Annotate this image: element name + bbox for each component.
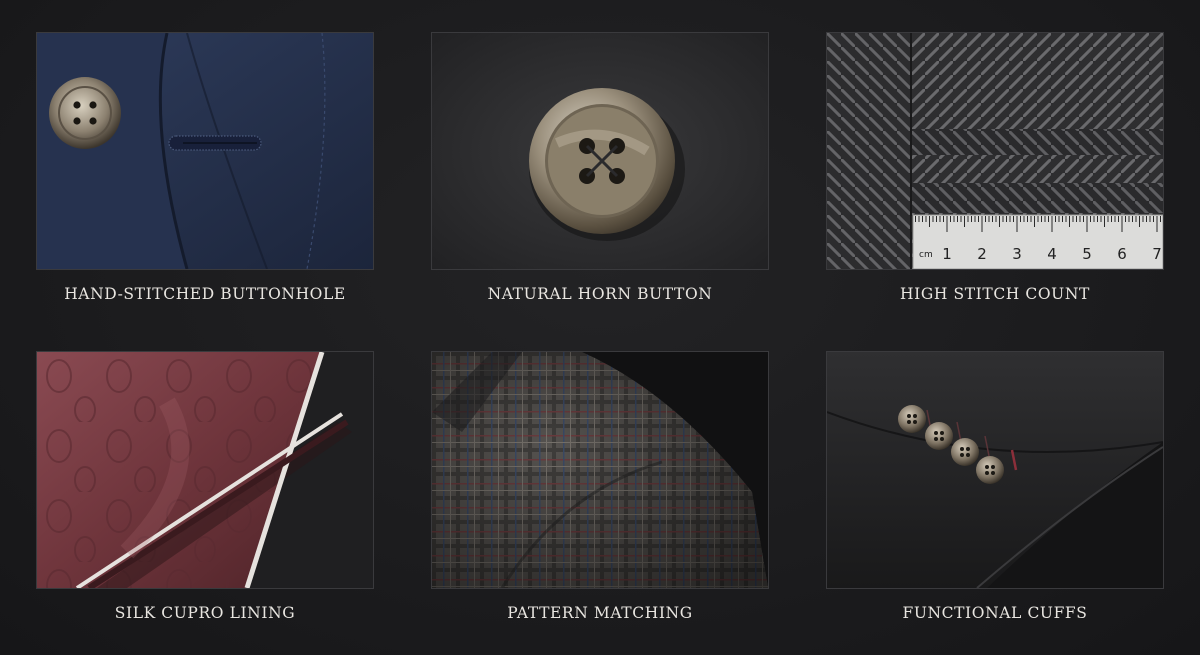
ruler-mark: 7 xyxy=(1152,245,1162,263)
buttonhole-illustration xyxy=(37,33,373,269)
buttonhole-caption: HAND-STITCHED BUTTONHOLE xyxy=(64,285,346,303)
cuffs-caption: FUNCTIONAL CUFFS xyxy=(902,604,1088,622)
cuff-illustration xyxy=(827,352,1163,588)
glen-check-illustration xyxy=(432,352,768,588)
ruler-mark: 1 xyxy=(942,245,952,263)
lining-illustration xyxy=(37,352,373,588)
ruler-mark: 5 xyxy=(1082,245,1092,263)
horn-button-caption: NATURAL HORN BUTTON xyxy=(487,285,713,303)
feature-grid: HAND-STITCHED BUTTONHOLE NATURAL HORN BU… xyxy=(0,0,1200,655)
horn-button-illustration xyxy=(432,33,768,269)
ruler: cm 1 2 3 4 5 6 7 xyxy=(911,214,1163,269)
cuffs-photo xyxy=(826,351,1164,589)
stitch-count-photo: cm 1 2 3 4 5 6 7 xyxy=(826,32,1164,270)
horn-button-photo xyxy=(431,32,769,270)
herringbone-illustration: cm 1 2 3 4 5 6 7 xyxy=(827,33,1163,269)
stitch-count-caption: HIGH STITCH COUNT xyxy=(900,285,1090,303)
ruler-unit: cm xyxy=(919,250,933,260)
lining-photo xyxy=(36,351,374,589)
ruler-mark: 2 xyxy=(977,245,987,263)
lining-caption: SILK CUPRO LINING xyxy=(114,604,296,622)
ruler-mark: 4 xyxy=(1047,245,1057,263)
ruler-mark: 6 xyxy=(1117,245,1127,263)
pattern-matching-caption: PATTERN MATCHING xyxy=(507,604,693,622)
buttonhole-photo xyxy=(36,32,374,270)
ruler-mark: 3 xyxy=(1012,245,1022,263)
pattern-matching-photo xyxy=(431,351,769,589)
